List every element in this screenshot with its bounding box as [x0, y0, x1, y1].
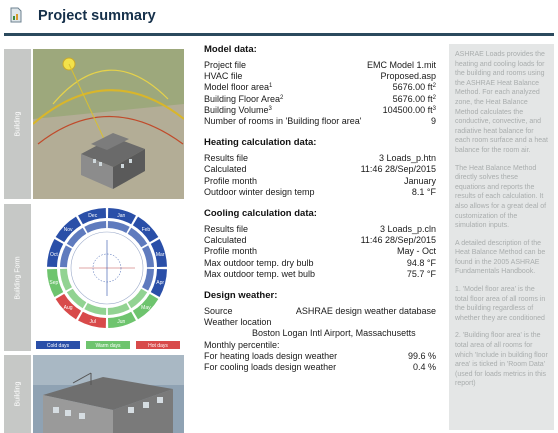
design-weather-section: Design weather: Source ASHRAE design weat…: [204, 290, 436, 373]
heating-data-title: Heating calculation data:: [204, 137, 317, 149]
model-row: Project file EMC Model 1.mit: [204, 60, 436, 70]
building-sun-path-graphic: [33, 49, 184, 199]
wheel-month-label: Dec: [88, 213, 97, 219]
model-row: Number of rooms in 'Building floor area'…: [204, 116, 436, 127]
side-tab-building-view: Building: [4, 355, 31, 433]
note-paragraph: The Heat Balance Method directly solves …: [455, 164, 547, 230]
weather-location-label: Weather location: [204, 317, 272, 328]
wheel-month-label: Aug: [64, 305, 73, 311]
wheel-month-label: Oct: [50, 252, 58, 258]
cooling-row: Profile month May - Oct: [204, 246, 436, 257]
monthly-percentile-label: Monthly percentile:: [204, 339, 280, 350]
header-divider: [4, 33, 554, 36]
building-view-image: [33, 355, 184, 433]
wheel-legend-label: Cold days: [47, 343, 70, 349]
wheel-inner-segment: [84, 303, 107, 315]
wheel-legend-label: Warm days: [95, 343, 121, 349]
cooling-data-title: Cooling calculation data:: [204, 208, 317, 220]
cooling-row: Calculated 11:46 28/Sep/2015: [204, 235, 436, 246]
wheel-inner-segment: [60, 245, 72, 268]
wheel-inner-segment: [60, 268, 72, 291]
model-data-rows: Project file EMC Model 1.mit HVAC file P…: [204, 60, 436, 127]
weather-location-value: Boston Logan Intl Airport, Massachusetts: [252, 328, 416, 339]
heating-row: Outdoor winter design temp 8.1 °F: [204, 186, 436, 197]
weather-source-row: Source ASHRAE design weather database: [204, 306, 436, 317]
wheel-month-label: Feb: [142, 227, 151, 233]
wheel-month-label: Jul: [90, 319, 96, 325]
note-paragraph: 1. 'Model floor area' is the total floor…: [455, 286, 546, 322]
wheel-month-label: Apr: [156, 280, 164, 286]
page-title: Project summary: [38, 8, 156, 24]
building-sun-path-image: [33, 49, 184, 199]
note-paragraph: ASHRAE Loads provides the heating and co…: [455, 51, 549, 154]
cooling-data-section: Cooling calculation data: Results file 3 …: [204, 208, 436, 280]
model-data-section: Model data: Project file EMC Model 1.mit…: [204, 44, 436, 127]
info-note-panel: ASHRAE Loads provides the heating and co…: [449, 44, 554, 430]
wheel-month-label: Jan: [117, 213, 125, 219]
wheel-month-label: Sep: [49, 280, 58, 286]
app-logo-icon: [10, 7, 22, 23]
building-view-graphic: [33, 355, 184, 433]
wheel-month-label: Nov: [64, 227, 73, 233]
model-row: HVAC file Proposed.asp: [204, 71, 436, 82]
header: Project summary: [0, 0, 558, 36]
climate-wheel-graphic: Jan Feb Mar Apr May Jun Jul Aug Sep Oct Nov Dec Cold…: [36, 208, 180, 349]
note-paragraph: A detailed description of the Heat Balan…: [455, 239, 546, 276]
model-row: Model floor area1 5676.00 ft2: [204, 82, 436, 93]
wheel-inner-segment: [107, 303, 130, 315]
wheel-inner-segment: [142, 268, 154, 291]
wheel-inner-segment: [142, 245, 154, 268]
main-content: Model data: Project file EMC Model 1.mit…: [204, 44, 436, 383]
model-row: Building Floor Area2 5676.00 ft2: [204, 93, 436, 104]
weather-row: For heating loads design weather 99.6 %: [204, 350, 436, 361]
cooling-row: Max outdoor temp. wet bulb 75.7 °F: [204, 268, 436, 279]
note-paragraph: 2. 'Building floor area' is the total ar…: [455, 332, 548, 388]
heating-row: Results file 3 Loads_p.htn: [204, 153, 436, 164]
cooling-row: Max outdoor temp. dry bulb 94.8 °F: [204, 257, 436, 268]
wheel-inner-segment: [107, 221, 130, 233]
model-data-title: Model data:: [204, 44, 257, 55]
cooling-row: Results file 3 Loads_p.cln: [204, 224, 436, 235]
wheel-month-label: May: [141, 305, 151, 311]
building-form-panel: Building Form Jan Feb Mar Apr May Jun Jul Aug Se…: [4, 204, 184, 351]
design-weather-title: Design weather:: [204, 290, 278, 302]
building-view-panel: Building: [4, 355, 184, 433]
side-tab-building-form: Building Form: [4, 204, 31, 351]
heating-row: Calculated 11:46 28/Sep/2015: [204, 164, 436, 175]
climate-wheel: Jan Feb Mar Apr May Jun Jul Aug Sep Oct Nov Dec Cold…: [33, 204, 184, 351]
heating-row: Profile month January: [204, 175, 436, 186]
model-row: Building Volume3 104500.00 ft3: [204, 104, 436, 115]
building-render-panel: Building: [4, 49, 184, 199]
heating-data-section: Heating calculation data: Results file 3 …: [204, 137, 436, 198]
weather-row: For cooling loads design weather 0.4 %: [204, 362, 436, 373]
wheel-legend-label: Hot days: [148, 343, 168, 349]
wheel-month-label: Mar: [156, 252, 165, 258]
wheel-month-label: Jun: [117, 319, 125, 325]
side-tab-building: Building: [4, 49, 31, 199]
wheel-inner-segment: [84, 221, 107, 233]
